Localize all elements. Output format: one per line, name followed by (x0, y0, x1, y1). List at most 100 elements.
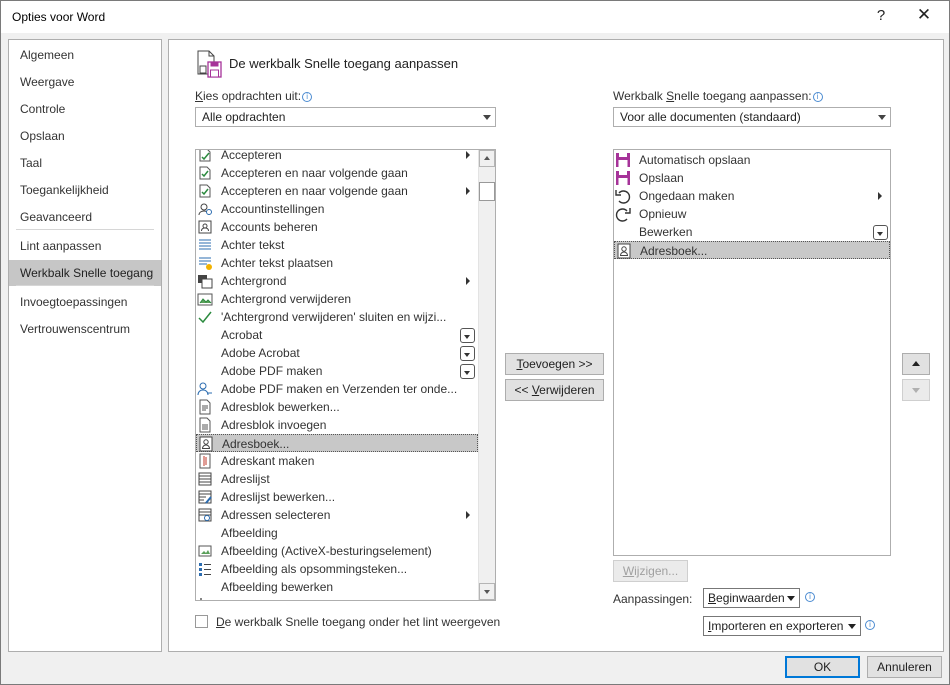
item-label: Achtergrond (221, 274, 287, 288)
sidebar-item[interactable]: Invoegtoepassingen (9, 289, 161, 315)
command-list-item[interactable]: Accepteren (196, 150, 478, 164)
item-label: Ongedaan maken (639, 189, 735, 203)
sidebar-item[interactable]: Taal (9, 150, 161, 176)
sidebar-item[interactable]: Toegankelijkheid (9, 177, 161, 203)
select-addresses-icon (198, 508, 212, 522)
item-label: Opnieuw (639, 207, 687, 221)
help-button[interactable]: ? (874, 7, 888, 24)
move-up-button[interactable] (902, 353, 930, 375)
toolbar-list-item[interactable]: Opnieuw (614, 205, 890, 223)
ok-button[interactable]: OK (785, 656, 860, 678)
toolbar-list-item[interactable]: Adresboek... (614, 241, 890, 259)
below-ribbon-checkbox[interactable] (195, 615, 208, 628)
command-list-item[interactable]: Afbeelding (ActiveX-besturingselement) (196, 542, 478, 560)
commands-scrollbar[interactable] (478, 150, 495, 600)
accept-next-icon (199, 184, 211, 198)
item-label: Afbeelding bewerken (221, 580, 334, 594)
chevron-down-icon (787, 596, 795, 601)
info-icon: i (865, 620, 875, 630)
move-down-button[interactable] (902, 379, 930, 401)
sidebar-item[interactable]: Controle (9, 96, 161, 122)
command-list-item[interactable]: Adresblok invoegen (196, 416, 478, 434)
toolbar-commands-list[interactable]: Automatisch opslaan Opslaan Ongedaan maken… (613, 149, 891, 556)
customize-toolbar-label: Werkbalk Snelle toegang aanpassen: i (613, 89, 823, 103)
word-options-dialog: Opties voor Word ? ✕ Algemeen Weergave Con… (0, 0, 950, 685)
command-list-item[interactable]: Achter tekst (196, 236, 478, 254)
command-list-item[interactable]: Achter tekst plaatsen (196, 254, 478, 272)
toolbar-list-item[interactable]: Bewerken (614, 223, 890, 241)
customize-toolbar-select[interactable]: Voor alle documenten (standaard) (613, 107, 891, 127)
command-list-item[interactable]: Adresblok bewerken... (196, 398, 478, 416)
toolbar-list-item[interactable]: Automatisch opslaan (614, 151, 890, 169)
command-list-item[interactable]: Afbeelding (196, 524, 478, 542)
scroll-up-icon[interactable] (479, 150, 495, 167)
dropdown-indicator-icon (460, 364, 475, 379)
remove-button[interactable]: << Verwijderen (505, 379, 604, 401)
behind-text-place-icon (199, 257, 212, 270)
command-list-item[interactable]: Achtergrond (196, 272, 478, 290)
choose-commands-select[interactable]: Alle opdrachten (195, 107, 496, 127)
command-list-item[interactable]: Adressen selecteren (196, 506, 478, 524)
command-list-item[interactable]: Acrobat (196, 326, 478, 344)
command-list-item[interactable]: Afbeelding bewerken (196, 578, 478, 596)
command-list-item[interactable]: Achtergrond verwijderen (196, 290, 478, 308)
item-label: Accepteren en naar volgende gaan (221, 166, 408, 180)
crop-icon (200, 598, 202, 600)
quick-access-panel: De werkbalk Snelle toegang aanpassen Kie… (168, 39, 944, 652)
import-export-dropdown[interactable]: Importeren en exporteren (703, 616, 861, 636)
address-book-icon (199, 436, 213, 452)
cancel-button[interactable]: Annuleren (867, 656, 942, 678)
item-label: Adreslijst bewerken... (221, 490, 336, 504)
sidebar-item[interactable]: Opslaan (9, 123, 161, 149)
commands-list[interactable]: Accepteren Accepteren en naar volgende ga… (195, 149, 496, 601)
modify-button[interactable]: Wijzigen... (613, 560, 688, 582)
command-list-item[interactable]: Accepteren en naar volgende gaan (196, 164, 478, 182)
submenu-arrow-icon (466, 151, 470, 159)
submenu-arrow-icon (466, 277, 470, 285)
info-icon: i (805, 592, 815, 602)
item-label: Accounts beheren (221, 220, 318, 234)
activex-picture-icon (198, 545, 212, 557)
item-label: Acrobat (221, 328, 263, 342)
command-list-item[interactable]: Adobe Acrobat (196, 344, 478, 362)
toolbar-list-item[interactable]: Opslaan (614, 169, 890, 187)
command-list-item[interactable]: Adreskant maken (196, 452, 478, 470)
submenu-arrow-icon (466, 187, 470, 195)
sidebar-item[interactable]: Lint aanpassen (9, 233, 161, 259)
command-list-item[interactable]: Adresboek... (196, 434, 478, 452)
address-side-icon (199, 453, 211, 469)
sidebar-item[interactable]: Vertrouwenscentrum (9, 316, 161, 342)
dropdown-indicator-icon (460, 328, 475, 343)
item-label: Afbeelding (221, 526, 278, 540)
sidebar-item[interactable]: Werkbalk Snelle toegang (9, 260, 161, 286)
item-label: Opslaan (639, 171, 684, 185)
command-list-item[interactable]: Adobe PDF maken en Verzenden ter onde... (196, 380, 478, 398)
command-list-item[interactable]: Accountinstellingen (196, 200, 478, 218)
picture-bullet-icon (199, 563, 211, 576)
sidebar-item[interactable]: Geavanceerd (9, 204, 161, 230)
command-list-item[interactable]: Accounts beheren (196, 218, 478, 236)
scroll-down-icon[interactable] (479, 583, 495, 600)
command-list-item[interactable]: Adreslijst bewerken... (196, 488, 478, 506)
command-list-item[interactable]: Adreslijst (196, 470, 478, 488)
command-list-item[interactable]: Afbeelding bijsnijden (196, 596, 478, 600)
add-button[interactable]: Toevoegen >> (505, 353, 604, 375)
sidebar-item[interactable]: Weergave (9, 69, 161, 95)
command-list-item[interactable]: Adobe PDF maken (196, 362, 478, 380)
sidebar-item[interactable]: Algemeen (9, 42, 161, 68)
item-label: Achter tekst (221, 238, 285, 252)
sidebar-separator (16, 285, 154, 286)
checkmark-icon (198, 311, 212, 324)
options-sidebar: Algemeen Weergave Controle Opslaan Taal Toega… (8, 39, 162, 652)
command-list-item[interactable]: Accepteren en naar volgende gaan (196, 182, 478, 200)
reset-dropdown[interactable]: Beginwaarden (703, 588, 800, 608)
close-button[interactable]: ✕ (914, 5, 934, 25)
dropdown-indicator-icon (873, 225, 888, 240)
quick-access-toolbar-icon (197, 50, 222, 78)
scroll-thumb[interactable] (479, 182, 495, 201)
edit-address-block-icon (199, 399, 211, 415)
chevron-down-icon (878, 115, 886, 120)
command-list-item[interactable]: 'Achtergrond verwijderen' sluiten en wij… (196, 308, 478, 326)
toolbar-list-item[interactable]: Ongedaan maken (614, 187, 890, 205)
command-list-item[interactable]: Afbeelding als opsommingsteken... (196, 560, 478, 578)
